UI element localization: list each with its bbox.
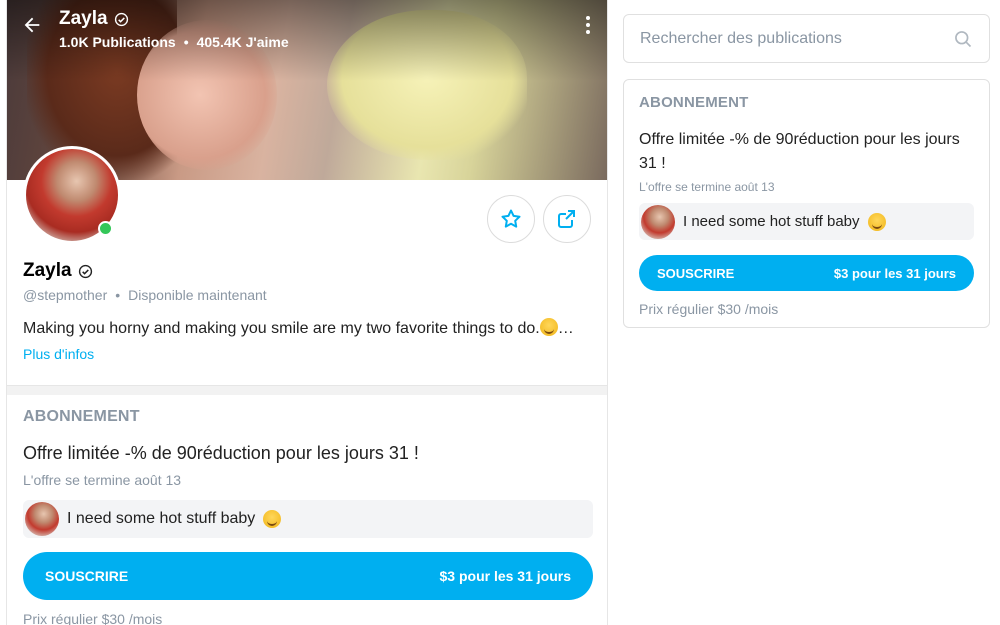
profile-bio: Making you horny and making you smile ar… bbox=[23, 318, 574, 337]
offer-ends: L'offre se termine août 13 bbox=[23, 472, 182, 488]
more-info-link[interactable]: Plus d'infos bbox=[23, 346, 94, 362]
stats-separator: • bbox=[183, 34, 189, 50]
share-icon bbox=[558, 210, 575, 228]
creator-message: I need some hot stuff baby bbox=[639, 203, 974, 240]
regular-price: Prix régulier $30 /mois bbox=[639, 301, 779, 317]
search-bar[interactable] bbox=[623, 14, 990, 63]
creator-message: I need some hot stuff baby bbox=[23, 500, 593, 538]
cover-header: Zayla 1.0K Publications • 405.4K J'aime bbox=[59, 8, 289, 50]
subscribe-button[interactable]: SOUSCRIRE $3 pour les 31 jours bbox=[23, 552, 593, 600]
back-arrow-icon[interactable] bbox=[21, 14, 45, 38]
wink-emoji-icon bbox=[263, 510, 282, 528]
sidebar: ABONNEMENT Offre limitée -% de 90réducti… bbox=[623, 14, 990, 328]
offer-title: Offre limitée -% de 90réduction pour les… bbox=[639, 131, 960, 172]
profile-handle: @stepmother bbox=[23, 287, 108, 303]
likes-count: 405.4K J'aime bbox=[196, 34, 289, 50]
subscription-section: ABONNEMENT Offre limitée -% de 90réducti… bbox=[23, 408, 593, 625]
section-divider bbox=[7, 385, 607, 395]
share-button[interactable] bbox=[543, 195, 591, 243]
wink-emoji-icon bbox=[867, 212, 886, 231]
search-input[interactable] bbox=[640, 29, 940, 48]
profile-column: Zayla 1.0K Publications • 405.4K J'aime bbox=[6, 0, 608, 625]
avatar bbox=[641, 204, 675, 239]
publications-count: 1.0K Publications bbox=[59, 34, 176, 50]
avatar bbox=[25, 502, 59, 536]
online-status-dot bbox=[98, 221, 113, 236]
profile-name: Zayla bbox=[23, 260, 93, 282]
wink-emoji-icon bbox=[539, 318, 558, 336]
favorite-button[interactable] bbox=[487, 195, 535, 243]
offer-ends: L'offre se termine août 13 bbox=[639, 180, 775, 194]
header-name: Zayla bbox=[59, 8, 108, 29]
availability-status: Disponible maintenant bbox=[128, 287, 267, 303]
subscription-header: ABONNEMENT bbox=[23, 408, 140, 425]
star-icon bbox=[501, 209, 521, 228]
search-icon[interactable] bbox=[953, 29, 973, 49]
more-vertical-icon[interactable] bbox=[583, 16, 593, 34]
verified-icon bbox=[114, 12, 128, 26]
offer-title: Offre limitée -% de 90réduction pour les… bbox=[23, 443, 419, 463]
subscription-header: ABONNEMENT bbox=[639, 94, 749, 111]
verified-icon bbox=[78, 264, 92, 278]
subscribe-button[interactable]: SOUSCRIRE $3 pour les 31 jours bbox=[639, 255, 974, 291]
subscription-card: ABONNEMENT Offre limitée -% de 90réducti… bbox=[623, 79, 990, 328]
regular-price: Prix régulier $30 /mois bbox=[23, 611, 163, 625]
profile-meta: @stepmother • Disponible maintenant bbox=[23, 287, 267, 303]
